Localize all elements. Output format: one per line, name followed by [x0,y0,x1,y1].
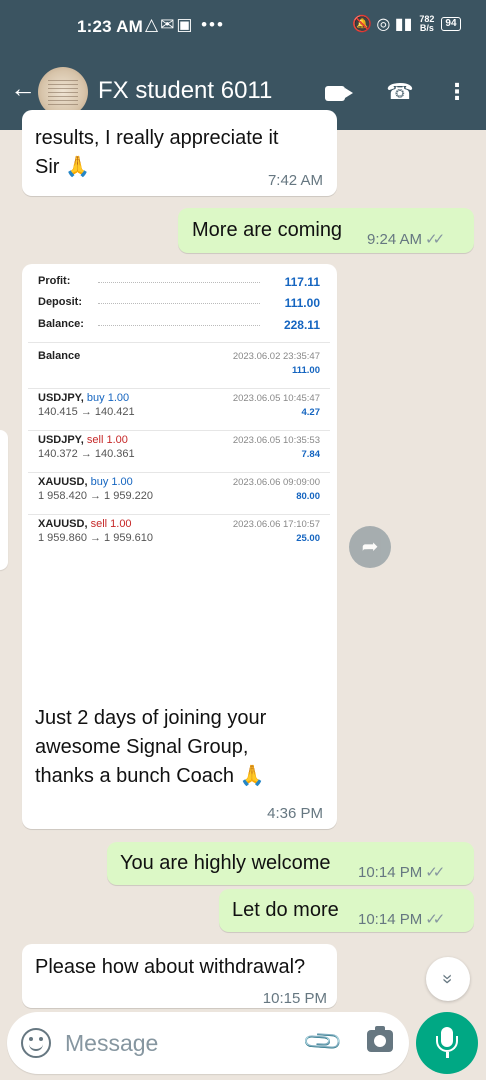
message-text-line: awesome Signal Group, [35,736,249,758]
trade-row: XAUUSD, sell 1.00 1 959.860 → 1 959.610 … [38,518,320,558]
voice-call-icon[interactable]: ☎ [383,75,417,109]
message-text-line: thanks a bunch Coach 🙏 [35,765,265,787]
divider [28,430,330,431]
trade-profit: 80.00 [296,491,320,502]
summary-row-balance: Balance: 228.11 [38,318,320,332]
divider [28,342,330,343]
trade-profit: 25.00 [296,533,320,544]
trade-date: 2023.06.06 09:09:00 [232,477,320,488]
summary-row-deposit: Deposit: 111.00 [38,296,320,310]
scroll-to-bottom-button[interactable]: » [426,957,470,1001]
more-options-icon[interactable]: ⋮ [440,75,474,109]
message-text: Please how about withdrawal? [35,956,306,978]
battery-icon: 94 [441,17,461,31]
trade-date: 2023.06.02 23:35:47 [232,351,320,362]
read-ticks-icon: ✓✓ [425,911,445,928]
divider [28,472,330,473]
message-bubble-incoming[interactable]: results, I really appreciate it Sir 🙏 7:… [22,110,337,196]
summary-label: Profit: [38,275,71,287]
camera-icon[interactable] [367,1026,393,1052]
trade-prices: 1 959.860 → 1 959.610 [38,532,153,544]
trade-symbol: USDJPY, [38,434,84,446]
message-bubble-outgoing[interactable]: Let do more 10:14 PM ✓✓ [219,889,474,932]
network-speed: 782 B/s [419,15,434,33]
trade-side: buy 1.00 [86,392,130,404]
trade-prices: 1 958.420 → 1 959.220 [38,490,153,502]
message-text-line: Sir 🙏 [35,156,90,178]
system-icons: 🔕 ◎ ▮▮ 782 B/s 94 [352,14,461,34]
trade-symbol: XAUUSD, [38,518,88,530]
summary-value: 228.11 [283,318,320,332]
divider [28,514,330,515]
trade-side: buy 1.00 [90,476,133,488]
trade-profit: 4.27 [301,407,321,418]
chevron-down-icon: » [437,973,458,985]
message-text-line: Just 2 days of joining your [35,707,267,729]
trade-symbol: Balance [38,350,81,362]
notification-icons: △✉▣ ••• [145,15,225,34]
trade-side: sell 1.00 [90,518,132,530]
trade-prices: 140.372 → 140.361 [38,448,135,460]
trade-row: Balance 2023.06.02 23:35:47 111.00 [38,350,320,390]
trade-symbol: XAUUSD, [38,476,88,488]
message-bubble-incoming[interactable]: Please how about withdrawal? 10:15 PM [22,944,337,1008]
trade-prices: 140.415 → 140.421 [38,406,135,418]
trade-side: sell 1.00 [86,434,128,446]
message-bubble-outgoing[interactable]: More are coming 9:24 AM ✓✓ [178,208,474,253]
message-text: Let do more [232,899,339,921]
summary-value: 111.00 [284,296,320,310]
summary-label: Balance: [38,318,84,330]
message-time: 7:42 AM [267,172,323,189]
summary-label: Deposit: [38,296,82,308]
message-time: 10:14 PM [358,864,423,881]
back-arrow-icon[interactable]: ← [10,73,36,104]
partial-message-bubble [0,430,8,570]
trade-profit: 111.00 [291,365,320,376]
contact-name[interactable]: FX student 6011 [98,77,272,105]
trade-row: XAUUSD, buy 1.00 1 958.420 → 1 959.220 2… [38,476,320,516]
summary-row-profit: Profit: 117.11 [38,275,320,289]
trade-history-image[interactable]: Profit: 117.11 Deposit: 111.00 Balance: … [28,270,330,690]
read-ticks-icon: ✓✓ [425,231,445,248]
trade-row: USDJPY, buy 1.00 140.415 → 140.421 2023.… [38,392,320,432]
status-time: 1:23 AM [77,17,143,36]
message-input-bar: 📎 [7,1012,409,1074]
video-call-icon[interactable] [318,75,353,109]
emoji-icon[interactable] [21,1028,51,1058]
message-bubble-outgoing[interactable]: You are highly welcome 10:14 PM ✓✓ [107,842,474,885]
summary-value: 117.11 [284,275,320,289]
system-indicator-icons: 🔕 ◎ ▮▮ [352,16,413,33]
divider [28,388,330,389]
trade-symbol: USDJPY, [38,392,84,404]
message-text: You are highly welcome [120,852,331,874]
trade-profit: 7.84 [301,449,321,460]
trade-date: 2023.06.05 10:35:53 [232,435,320,446]
message-time: 4:36 PM [267,805,323,822]
network-speed-unit: B/s [419,23,434,33]
message-text-line: results, I really appreciate it [35,127,279,149]
trade-date: 2023.06.05 10:45:47 [232,393,320,404]
read-ticks-icon: ✓✓ [425,864,445,881]
mic-button[interactable] [416,1012,478,1074]
message-time: 10:14 PM [358,911,423,928]
message-time: 9:24 AM [367,231,423,248]
trade-row: USDJPY, sell 1.00 140.372 → 140.361 2023… [38,434,320,474]
status-bar: 1:23 AM △✉▣ ••• 🔕 ◎ ▮▮ 782 B/s 94 [0,0,486,55]
trade-date: 2023.06.06 17:10:57 [232,519,320,530]
attach-icon[interactable]: 📎 [301,1019,346,1064]
forward-icon[interactable]: ➦ [349,526,391,568]
message-text: More are coming [192,219,343,241]
message-time: 10:15 PM [262,990,327,1007]
message-input[interactable] [65,1026,295,1060]
